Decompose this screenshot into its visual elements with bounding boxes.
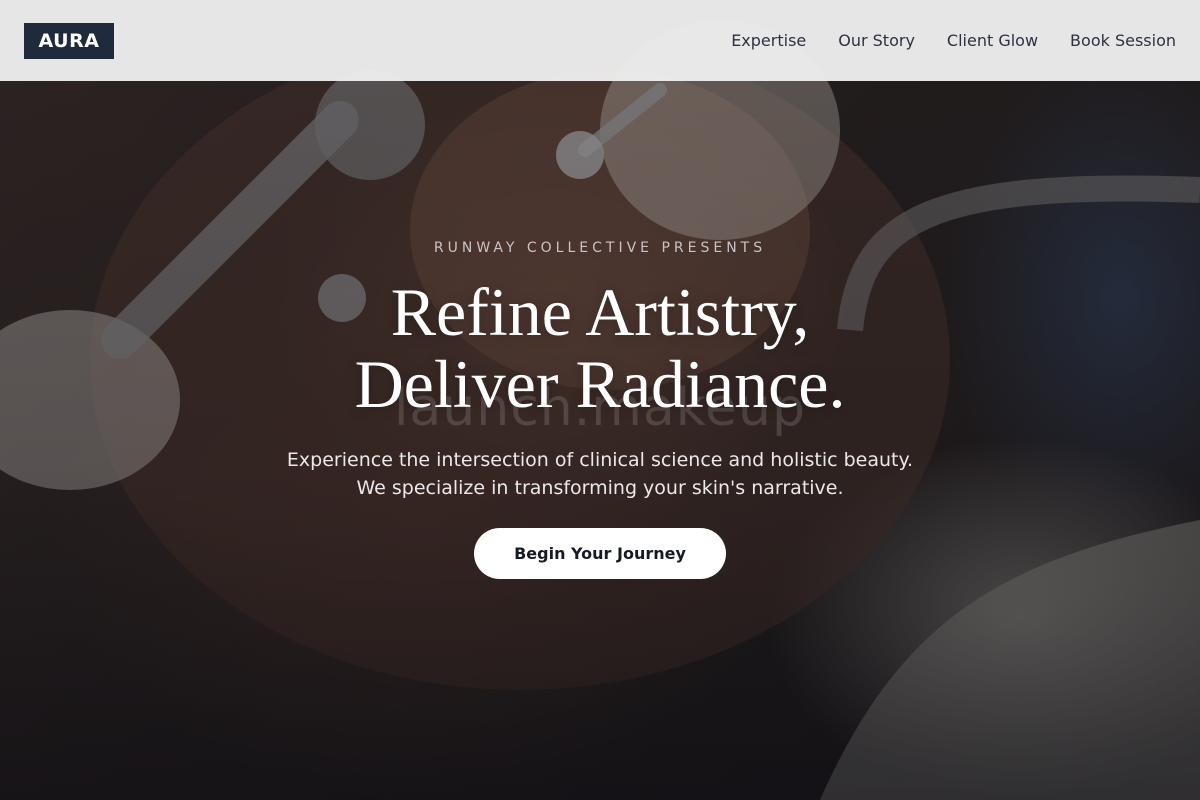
hero-subtext-line-2: We specialize in transforming your skin'…: [356, 477, 844, 499]
hero-headline: Refine Artistry, Deliver Radiance.: [355, 276, 846, 420]
hero-subtext-line-1: Experience the intersection of clinical …: [286, 449, 914, 471]
hero-headline-line-2: Deliver Radiance.: [354, 346, 846, 422]
hero-subtext: Experience the intersection of clinical …: [287, 446, 913, 502]
hero-headline-line-1: Refine Artistry,: [390, 274, 810, 350]
hero-eyebrow: RUNWAY COLLECTIVE PRESENTS: [433, 240, 767, 256]
hero-content: RUNWAY COLLECTIVE PRESENTS Refine Artist…: [0, 0, 1200, 800]
begin-journey-button[interactable]: Begin Your Journey: [474, 528, 726, 579]
